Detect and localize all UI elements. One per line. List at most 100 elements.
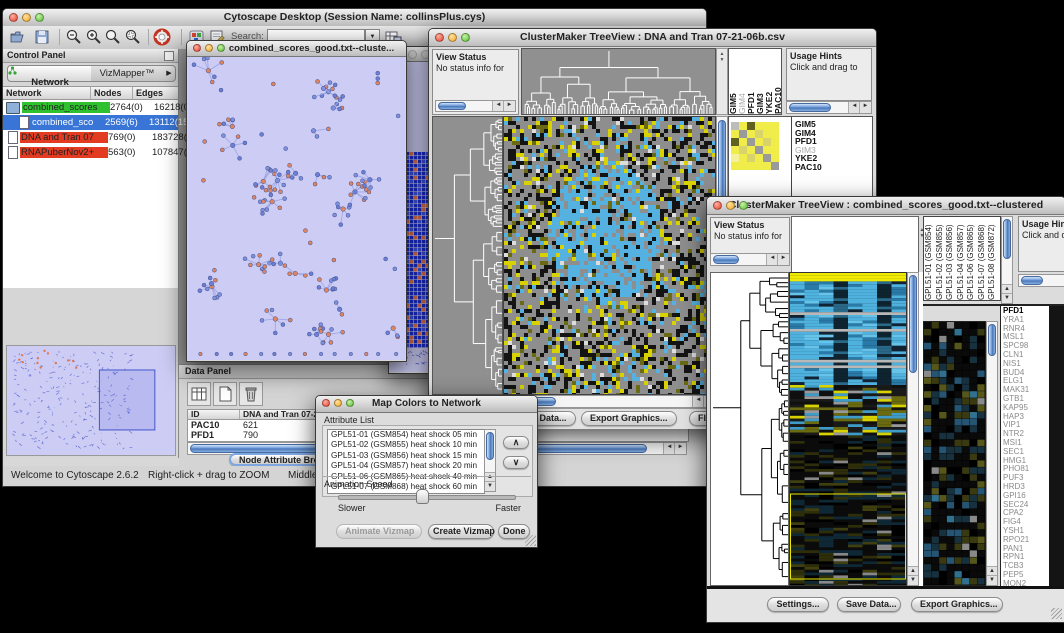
treeview2-title-bar[interactable]: ClusterMaker TreeView : combined_scores_… — [707, 197, 1064, 215]
minimize-button[interactable] — [726, 201, 735, 210]
usage-hints-scrollbar[interactable] — [1018, 274, 1064, 287]
attr-col-id[interactable]: ID — [188, 410, 240, 419]
resize-grip[interactable] — [525, 535, 536, 546]
float-panel-icon[interactable] — [164, 51, 174, 61]
network-row[interactable]: combined_scores 2764(0) 16218(0) — [3, 100, 178, 115]
create-vizmap-button[interactable]: Create Vizmap — [428, 524, 494, 539]
export-graphics-button[interactable]: Export Graphics... — [911, 597, 1003, 612]
dendro-mini-scroll[interactable]: ▲▼ — [716, 48, 728, 115]
view-status-scrollbar[interactable]: ◄ ► — [435, 100, 516, 112]
zoom-out-icon[interactable] — [65, 28, 83, 46]
close-button[interactable] — [9, 13, 18, 22]
column-label: GPL51-03 (GSM856) — [945, 217, 956, 300]
tab-overflow-arrow[interactable]: ▶ — [163, 65, 176, 82]
attribute-list-item[interactable]: GPL51-04 (GSM857) heat shock 20 min — [328, 461, 484, 471]
zoom-window-button[interactable] — [217, 44, 225, 52]
zoom-window-button[interactable] — [461, 33, 470, 42]
col-edges[interactable]: Edges — [133, 87, 178, 99]
save-session-button[interactable] — [33, 28, 51, 46]
treeview1-title-bar[interactable]: ClusterMaker TreeView : DNA and Tran 07-… — [429, 29, 876, 47]
settings-button[interactable]: Settings... — [767, 597, 829, 612]
attribute-list-item[interactable]: GPL51-03 (GSM856) heat shock 15 min — [328, 451, 484, 461]
minimize-button[interactable] — [334, 399, 342, 407]
scroll-right-icon[interactable]: ► — [859, 102, 871, 113]
zoom-selected-icon[interactable] — [124, 28, 142, 46]
zoom-fit-icon[interactable] — [104, 28, 122, 46]
col-nodes[interactable]: Nodes — [91, 87, 133, 99]
zoom-window-button[interactable] — [35, 13, 44, 22]
desktop: Cytoscape Desktop (Session Name: collins… — [0, 0, 1064, 633]
minimize-button[interactable] — [22, 13, 31, 22]
heatmap-vscrollbar[interactable]: ▲ ▼ — [907, 272, 919, 586]
global-heatmap[interactable] — [503, 116, 716, 395]
move-down-button[interactable]: ∨ — [503, 456, 529, 469]
tab-network-label: Network — [31, 77, 68, 88]
scroll-down-icon[interactable]: ▼ — [987, 575, 997, 585]
zoom-heatmap[interactable] — [923, 321, 986, 586]
zoom-window-button[interactable] — [739, 201, 748, 210]
delete-attribute-trash-icon[interactable] — [239, 382, 263, 406]
view-status-scrollbar[interactable]: ◄ ► — [710, 253, 790, 266]
column-dendrogram-area[interactable] — [791, 216, 919, 273]
export-graphics-button[interactable]: Export Graphics... — [581, 411, 677, 426]
close-button[interactable] — [435, 33, 444, 42]
row-dendrogram[interactable] — [432, 116, 503, 395]
save-data-button[interactable]: Save Data... — [837, 597, 901, 612]
zoom-in-icon[interactable] — [85, 28, 103, 46]
usage-hints-panel: Usage Hints Click and drag to — [786, 48, 872, 101]
data-panel-title: Data Panel — [185, 366, 231, 376]
column-dendrogram[interactable] — [521, 48, 716, 115]
main-window-title: Cytoscape Desktop (Session Name: collins… — [224, 11, 485, 23]
new-attribute-icon[interactable] — [213, 382, 237, 406]
usage-hints-panel: Usage Hints Click and drag to — [1018, 216, 1064, 272]
scroll-down-icon[interactable]: ▼ — [908, 575, 918, 585]
close-button[interactable] — [322, 399, 330, 407]
scroll-right-icon[interactable]: ► — [674, 443, 686, 454]
minimize-button[interactable] — [205, 44, 213, 52]
minimize-button[interactable] — [408, 50, 417, 59]
scroll-right-icon[interactable]: ► — [777, 254, 789, 265]
resize-grip[interactable] — [1051, 608, 1062, 619]
main-title-bar[interactable]: Cytoscape Desktop (Session Name: collins… — [3, 9, 706, 27]
attribute-list-scrollbar[interactable]: ▲ ▼ — [484, 429, 496, 492]
minimize-button[interactable] — [448, 33, 457, 42]
network-name: DNA and Tran 07 — [20, 132, 108, 143]
network-nodes-count: 769(0) — [108, 132, 152, 143]
attribute-list-item[interactable]: GPL51-01 (GSM854) heat shock 05 min — [328, 430, 484, 440]
network-row[interactable]: DNA and Tran 07 769(0) 183728(0) — [3, 130, 178, 145]
network-row-icon — [8, 131, 18, 144]
treeview2-button-bar: Settings... Save Data... Export Graphics… — [707, 589, 1064, 622]
row-dendrogram[interactable] — [710, 272, 789, 586]
scroll-right-icon[interactable]: ► — [503, 101, 515, 111]
open-session-button[interactable] — [9, 28, 27, 46]
network-name: combined_sco — [31, 117, 105, 128]
tab-network[interactable]: Network — [7, 65, 93, 82]
help-lifesaver-icon[interactable] — [153, 28, 171, 46]
scroll-down-icon[interactable]: ▼ — [1002, 293, 1012, 303]
network1-title-bar[interactable]: combined_scores_good.txt--cluste... — [187, 41, 406, 57]
network1-canvas[interactable] — [188, 57, 405, 360]
speed-slider-thumb[interactable] — [416, 489, 429, 504]
scroll-down-icon[interactable]: ▼ — [485, 481, 495, 491]
network-nodes-count: 2569(6) — [105, 117, 149, 128]
close-button[interactable] — [713, 201, 722, 210]
attribute-list-item[interactable]: GPL51-02 (GSM855) heat shock 10 min — [328, 440, 484, 450]
attribute-list-label: Attribute List — [324, 415, 374, 425]
usage-hints-title: Usage Hints — [1022, 219, 1064, 229]
network-overview-panel[interactable] — [6, 345, 176, 456]
attribute-select-icon[interactable] — [187, 382, 211, 406]
close-button[interactable] — [193, 44, 201, 52]
network-row[interactable]: RNAPuberNov2+ 563(0) 107847(0) — [3, 145, 178, 160]
usage-hints-scrollbar[interactable]: ◄ ► — [786, 101, 872, 114]
network-row[interactable]: combined_sco 2569(6) 13112(15) — [3, 115, 178, 130]
dialog-title-bar[interactable]: Map Colors to Network — [316, 396, 537, 413]
move-up-button[interactable]: ∧ — [503, 436, 529, 449]
animate-vizmap-button[interactable]: Animate Vizmap — [336, 524, 422, 539]
tab-vizmapper[interactable]: VizMapper™ — [91, 65, 164, 82]
treeview2-title: ClusterMaker TreeView : combined_scores_… — [729, 199, 1043, 211]
zoom-window-button[interactable] — [346, 399, 354, 407]
zoom-heatmap[interactable] — [731, 122, 779, 170]
column-labels-scrollbar[interactable]: ▲ ▼ — [1001, 216, 1013, 304]
zoom-vscrollbar[interactable]: ▲ ▼ — [986, 321, 998, 586]
global-heatmap[interactable] — [789, 272, 907, 586]
